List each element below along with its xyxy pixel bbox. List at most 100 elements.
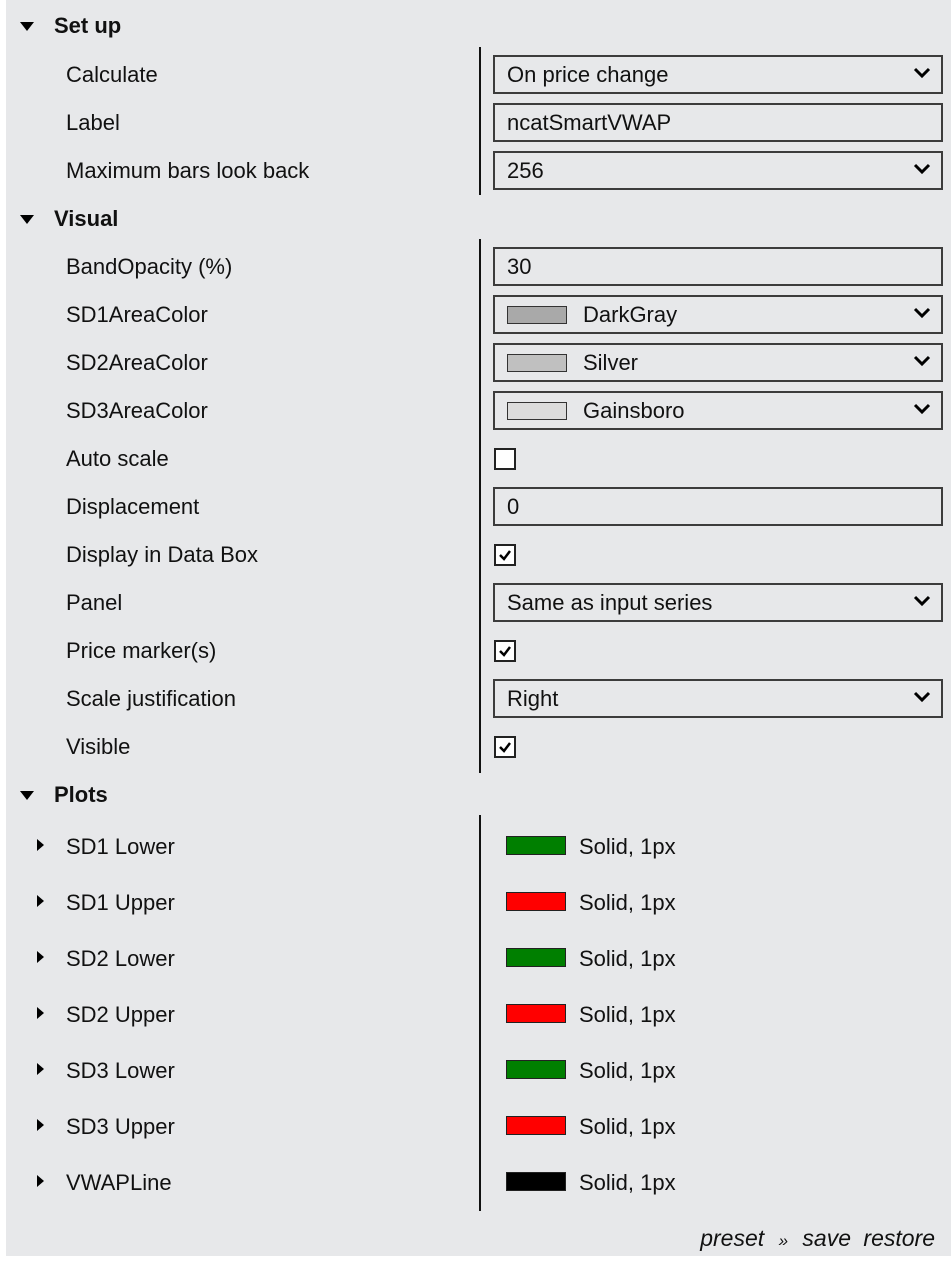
property-label: BandOpacity (%): [66, 254, 233, 279]
plot-row[interactable]: SD1 Lower Solid, 1px: [0, 818, 951, 874]
max-bars-select[interactable]: 256: [493, 151, 943, 190]
plot-color-swatch[interactable]: [506, 948, 566, 967]
plot-row[interactable]: SD1 Upper Solid, 1px: [0, 874, 951, 930]
label-input[interactable]: ncatSmartVWAP: [493, 103, 943, 142]
plot-style: Solid, 1px: [579, 1058, 676, 1083]
sd3-area-color-select[interactable]: Gainsboro: [493, 391, 943, 430]
checkmark-icon: [499, 646, 511, 657]
bottom-edge: [0, 1256, 951, 1262]
color-swatch: [507, 401, 567, 420]
property-row-sd1-area-color: SD1AreaColor DarkGray: [0, 291, 951, 339]
property-row-label: Label ncatSmartVWAP: [0, 99, 951, 147]
expand-arrow-icon[interactable]: [37, 1007, 44, 1019]
collapse-caret-icon[interactable]: [20, 215, 34, 224]
property-row-sd2-area-color: SD2AreaColor Silver: [0, 339, 951, 387]
property-label: Calculate: [66, 62, 158, 87]
plot-style: Solid, 1px: [579, 834, 676, 859]
plot-label: SD3 Lower: [66, 1058, 175, 1083]
input-value: ncatSmartVWAP: [507, 109, 672, 135]
collapse-caret-icon[interactable]: [20, 22, 34, 31]
plot-style: Solid, 1px: [579, 1170, 676, 1195]
expand-arrow-icon[interactable]: [37, 1119, 44, 1131]
property-row-scale-justification: Scale justification Right: [0, 675, 951, 723]
plot-color-swatch[interactable]: [506, 836, 566, 855]
property-label: Visible: [66, 734, 131, 759]
select-value: Gainsboro: [583, 397, 685, 423]
plot-row[interactable]: SD2 Lower Solid, 1px: [0, 930, 951, 986]
auto-scale-checkbox[interactable]: [494, 448, 516, 470]
expand-arrow-icon[interactable]: [37, 1175, 44, 1187]
sd1-area-color-select[interactable]: DarkGray: [493, 295, 943, 334]
select-value: On price change: [507, 61, 669, 87]
property-label: Label: [66, 110, 120, 135]
property-row-sd3-area-color: SD3AreaColor Gainsboro: [0, 387, 951, 435]
calculate-select[interactable]: On price change: [493, 55, 943, 94]
expand-arrow-icon[interactable]: [37, 1063, 44, 1075]
chevron-down-icon: [913, 595, 931, 607]
chevron-down-icon: [913, 403, 931, 415]
property-row-displacement: Displacement 0: [0, 483, 951, 531]
property-label: SD1AreaColor: [66, 302, 208, 327]
section-title: Visual: [54, 206, 119, 231]
plot-row[interactable]: SD3 Upper Solid, 1px: [0, 1098, 951, 1154]
plot-label: SD3 Upper: [66, 1114, 175, 1139]
expand-arrow-icon[interactable]: [37, 839, 44, 851]
plot-label: SD1 Lower: [66, 834, 175, 859]
plot-style: Solid, 1px: [579, 1002, 676, 1027]
plot-color-swatch[interactable]: [506, 892, 566, 911]
section-setup-header[interactable]: Set up: [0, 6, 951, 46]
property-label: Panel: [66, 590, 123, 615]
input-value: 0: [507, 493, 520, 519]
expand-arrow-icon[interactable]: [37, 895, 44, 907]
chevron-down-icon: [913, 355, 931, 367]
select-value: 256: [507, 157, 544, 183]
plot-row[interactable]: VWAPLine Solid, 1px: [0, 1154, 951, 1210]
section-plots-header[interactable]: Plots: [0, 775, 951, 815]
input-value: 30: [507, 253, 532, 279]
select-value: Right: [507, 685, 559, 711]
color-swatch: [507, 353, 567, 372]
band-opacity-input[interactable]: 30: [493, 247, 943, 286]
scale-justification-select[interactable]: Right: [493, 679, 943, 718]
visible-checkbox[interactable]: [494, 736, 516, 758]
plot-color-swatch[interactable]: [506, 1060, 566, 1079]
plot-label: VWAPLine: [66, 1170, 172, 1195]
display-in-data-box-checkbox[interactable]: [494, 544, 516, 566]
property-row-auto-scale: Auto scale: [0, 435, 951, 483]
property-label: Display in Data Box: [66, 542, 258, 567]
plot-color-swatch[interactable]: [506, 1116, 566, 1135]
plot-row[interactable]: SD3 Lower Solid, 1px: [0, 1042, 951, 1098]
plot-color-swatch[interactable]: [506, 1172, 566, 1191]
property-label: SD3AreaColor: [66, 398, 208, 423]
plot-label: SD2 Upper: [66, 1002, 175, 1027]
chevron-down-icon: [913, 163, 931, 175]
property-label: Maximum bars look back: [66, 158, 310, 183]
collapse-caret-icon[interactable]: [20, 791, 34, 800]
restore-link[interactable]: restore: [863, 1225, 935, 1251]
plot-row[interactable]: SD2 Upper Solid, 1px: [0, 986, 951, 1042]
plot-style: Solid, 1px: [579, 1114, 676, 1139]
save-link[interactable]: save: [802, 1225, 851, 1251]
section-visual-header[interactable]: Visual: [0, 199, 951, 239]
plot-style: Solid, 1px: [579, 890, 676, 915]
section-title: Set up: [54, 13, 122, 38]
checkmark-icon: [499, 742, 511, 753]
separator: »: [778, 1231, 789, 1250]
sd2-area-color-select[interactable]: Silver: [493, 343, 943, 382]
select-value: Same as input series: [507, 589, 713, 615]
plot-color-swatch[interactable]: [506, 1004, 566, 1023]
price-markers-checkbox[interactable]: [494, 640, 516, 662]
displacement-input[interactable]: 0: [493, 487, 943, 526]
color-swatch: [507, 305, 567, 324]
property-row-visible: Visible: [0, 723, 951, 771]
property-row-calculate: Calculate On price change: [0, 51, 951, 99]
checkmark-icon: [499, 550, 511, 561]
panel-select[interactable]: Same as input series: [493, 583, 943, 622]
expand-arrow-icon[interactable]: [37, 951, 44, 963]
chevron-down-icon: [913, 691, 931, 703]
plot-style: Solid, 1px: [579, 946, 676, 971]
plot-label: SD2 Lower: [66, 946, 175, 971]
property-label: Displacement: [66, 494, 200, 519]
property-row-max-bars: Maximum bars look back 256: [0, 147, 951, 195]
preset-link[interactable]: preset: [700, 1225, 764, 1251]
